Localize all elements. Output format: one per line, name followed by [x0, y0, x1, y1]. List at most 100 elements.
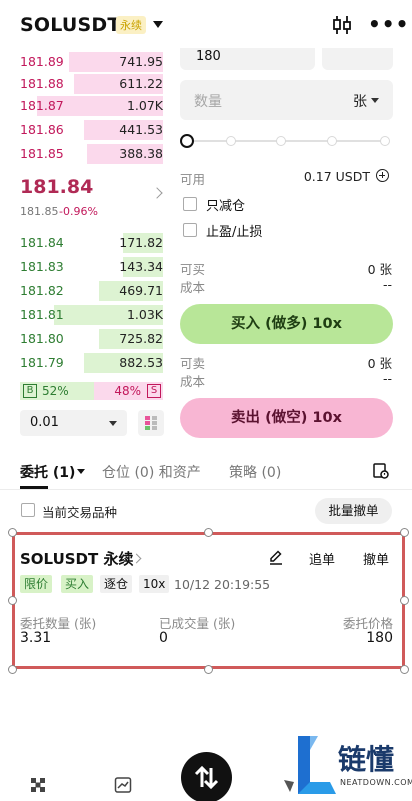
chase-order-button[interactable]: 追单	[309, 549, 335, 568]
current-symbol-label[interactable]: 当前交易品种	[42, 502, 117, 521]
batch-cancel-button[interactable]: 批量撤单	[315, 498, 392, 524]
ask-qty: 388.38	[119, 146, 163, 161]
slider-step[interactable]	[226, 136, 236, 146]
buy-long-button[interactable]: 买入 (做多) 10x	[180, 304, 393, 344]
selection-handle	[204, 665, 213, 674]
quantity-unit[interactable]: 张	[353, 91, 367, 111]
available-value: 0.17 USDT	[303, 169, 370, 184]
bid-qty: 1.03K	[126, 307, 163, 322]
ask-price: 181.89	[20, 54, 64, 69]
bid-price: 181.82	[20, 283, 64, 298]
candlestick-chart-icon[interactable]	[331, 14, 353, 36]
quantity-input[interactable]: 数量 张	[180, 80, 393, 120]
current-symbol-checkbox[interactable]	[21, 503, 35, 517]
quantity-slider[interactable]	[180, 131, 393, 151]
reduce-only-label[interactable]: 只减仓	[206, 195, 245, 214]
sell-cost-value: --	[382, 371, 392, 386]
ticker-chevron-right-icon[interactable]	[151, 187, 163, 199]
ask-qty: 1.07K	[126, 98, 163, 113]
selection-handle	[8, 528, 17, 537]
trade-center-button[interactable]	[181, 752, 232, 801]
bid-price: 181.83	[20, 259, 64, 274]
leverage-tag: 10x	[139, 575, 170, 593]
order-history-icon[interactable]	[373, 463, 389, 479]
symbol-title[interactable]: SOLUSDT	[20, 14, 121, 36]
slider-step[interactable]	[380, 136, 390, 146]
tab-positions[interactable]: 仓位 (0) 和资产	[102, 462, 201, 482]
add-funds-icon[interactable]	[376, 169, 389, 182]
tp-sl-label[interactable]: 止盈/止损	[206, 221, 262, 240]
edit-icon[interactable]	[268, 549, 284, 565]
price-input[interactable]: 180	[180, 48, 315, 70]
ask-qty: 441.53	[119, 122, 163, 137]
slider-handle[interactable]	[180, 134, 194, 148]
ask-price: 181.86	[20, 122, 64, 137]
bid-price: 181.79	[20, 355, 64, 370]
sell-short-button[interactable]: 卖出 (做空) 10x	[180, 398, 393, 438]
bid-row[interactable]: 181.84 171.82	[20, 232, 163, 254]
cancel-order-button[interactable]: 撤单	[363, 549, 389, 568]
ask-row[interactable]: 181.86 441.53	[20, 119, 163, 141]
more-options-icon[interactable]: •••	[368, 14, 409, 34]
filled-qty-label: 已成交量 (张)	[159, 616, 236, 631]
ask-row[interactable]: 181.89 741.95	[20, 51, 163, 73]
price-type-select[interactable]	[322, 48, 393, 70]
market-chart-icon[interactable]	[114, 776, 132, 794]
bid-row[interactable]: 181.82 469.71	[20, 280, 163, 302]
bid-row[interactable]: 181.79 882.53	[20, 352, 163, 374]
order-symbol[interactable]: SOLUSDT 永续	[20, 548, 133, 569]
can-buy-label: 可买	[180, 262, 206, 277]
perpetual-badge: 永续	[116, 16, 146, 34]
order-time: 10/12 20:19:55	[174, 577, 271, 592]
price-input-value: 180	[196, 49, 221, 64]
cost-label: 成本	[180, 280, 206, 295]
header: SOLUSDT 永续 •••	[0, 0, 412, 50]
buy-sell-ratio-bar: B 52% 48% S	[20, 382, 163, 400]
bid-qty: 143.34	[119, 259, 163, 274]
slider-step[interactable]	[327, 136, 337, 146]
precision-select[interactable]: 0.01	[20, 410, 127, 436]
mark-price: 181.85	[20, 205, 59, 218]
chevron-down-icon	[109, 421, 117, 426]
selection-handle	[400, 596, 409, 605]
bid-qty: 882.53	[119, 355, 163, 370]
order-qty-value: 3.31	[20, 630, 52, 646]
chevron-down-icon[interactable]	[371, 98, 379, 103]
sell-cost-label: 成本	[180, 374, 206, 389]
selection-handle	[8, 596, 17, 605]
order-price-value: 180	[366, 630, 393, 646]
ask-price: 181.88	[20, 76, 64, 91]
bid-row[interactable]: 181.83 143.34	[20, 256, 163, 278]
symbol-dropdown-icon[interactable]	[153, 21, 163, 28]
bid-row[interactable]: 181.81 1.03K	[20, 304, 163, 326]
slider-track[interactable]	[186, 140, 387, 142]
ask-price: 181.85	[20, 146, 64, 161]
tab-strategies[interactable]: 策略 (0)	[229, 462, 281, 482]
ask-row[interactable]: 181.85 388.38	[20, 143, 163, 165]
watermark-site: NEATDOWN.COM	[340, 778, 412, 787]
grid-icon[interactable]	[29, 776, 47, 794]
reduce-only-checkbox[interactable]	[183, 197, 197, 211]
quantity-placeholder: 数量	[194, 94, 222, 110]
tab-orders[interactable]: 委托 (1)	[20, 462, 75, 482]
tp-sl-checkbox[interactable]	[183, 223, 197, 237]
ask-price: 181.87	[20, 98, 64, 113]
bid-qty: 171.82	[119, 235, 163, 250]
bid-price: 181.81	[20, 307, 64, 322]
buy-percent: 52%	[42, 384, 69, 398]
selection-handle	[400, 665, 409, 674]
ask-row[interactable]: 181.87 1.07K	[20, 95, 163, 117]
price-change: -0.96%	[59, 205, 98, 218]
margin-mode-tag: 逐仓	[100, 575, 133, 593]
ask-row[interactable]: 181.88 611.22	[20, 73, 163, 95]
swap-arrows-icon	[194, 765, 219, 790]
divider	[0, 489, 412, 490]
sell-indicator: S	[147, 384, 161, 398]
ask-qty: 611.22	[119, 76, 163, 91]
bid-row[interactable]: 181.80 725.82	[20, 328, 163, 350]
last-price: 181.84	[20, 176, 94, 198]
orderbook-layout-icon[interactable]	[138, 410, 164, 436]
orders-dropdown-icon[interactable]	[77, 469, 85, 474]
bid-qty: 469.71	[119, 283, 163, 298]
slider-step[interactable]	[276, 136, 286, 146]
